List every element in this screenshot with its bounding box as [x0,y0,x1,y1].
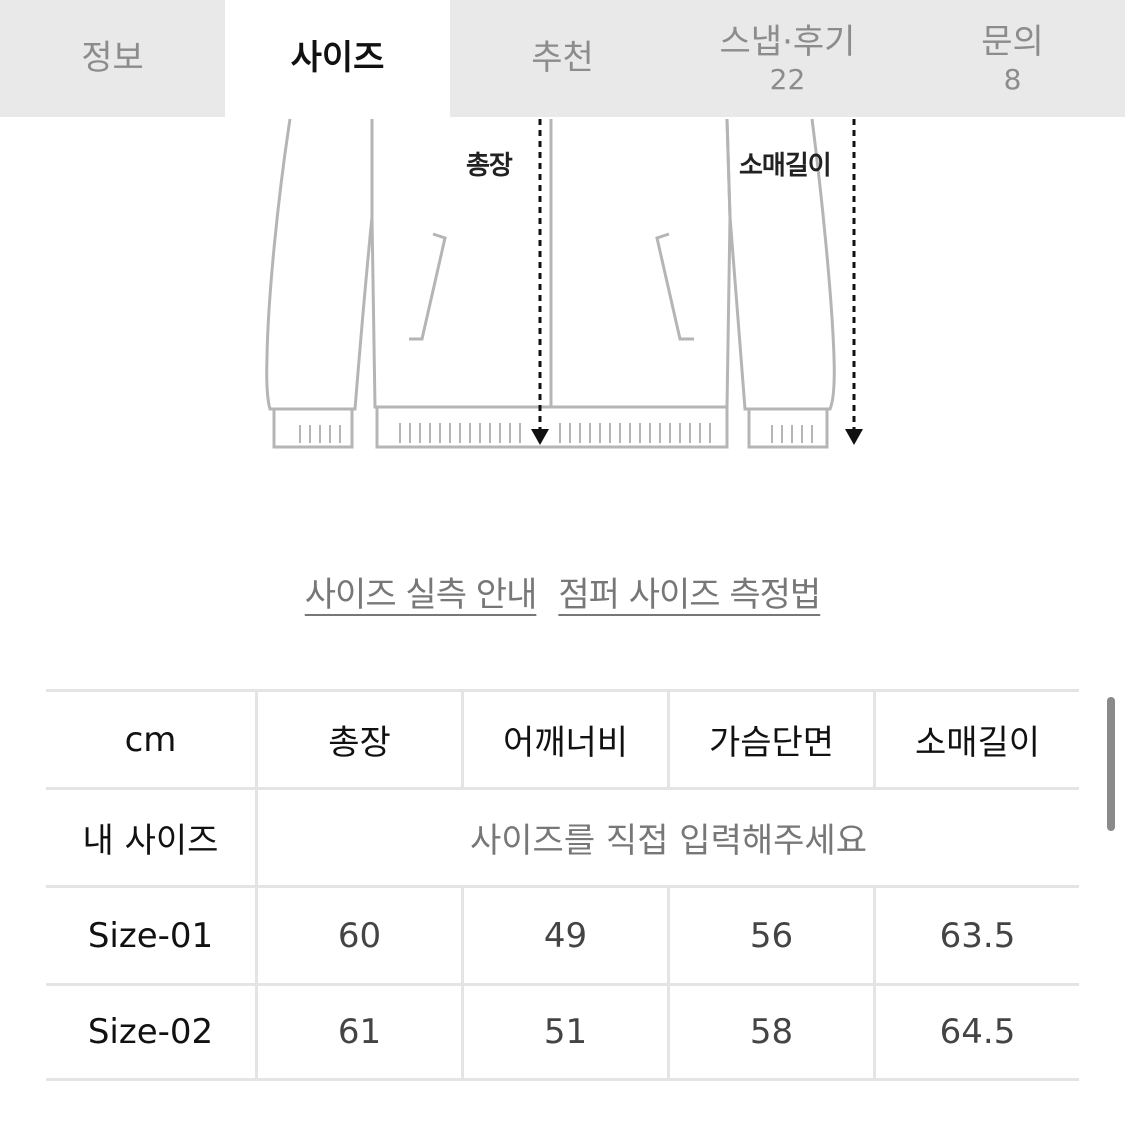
jacket-illustration [265,118,863,449]
tab-info[interactable]: 정보 [0,0,225,117]
my-size-row[interactable]: 내 사이즈 사이즈를 직접 입력해주세요 [46,787,1079,885]
size-name: Size-01 [87,915,214,956]
tab-recommend[interactable]: 추천 [450,0,675,117]
size-value-sleeve: 63.5 [873,888,1079,983]
tab-snap-review-count: 22 [769,63,806,97]
size-name: Size-02 [87,1012,214,1052]
size-table: cm 총장 어깨너비 가슴단면 소매길이 내 사이즈 사이즈를 직접 입력해주세… [46,689,1079,1081]
size-value-shoulder: 49 [461,888,667,983]
size-value-chest: 56 [667,888,873,983]
scrollbar[interactable] [1107,697,1115,831]
size-value-length: 61 [255,986,461,1078]
tab-bar: 정보 사이즈 추천 스냅·후기 22 문의 8 [0,0,1125,117]
diagram-label-length: 총장 [466,151,513,181]
header-sleeve: 소매길이 [873,692,1079,787]
table-row: Size-01 60 49 56 63.5 [46,885,1079,983]
size-value-chest: 58 [667,986,873,1078]
tab-size[interactable]: 사이즈 [225,0,450,117]
size-guide-links: 사이즈 실측 안내 점퍼 사이즈 측정법 [0,567,1125,616]
measure-method-link[interactable]: 점퍼 사이즈 측정법 [558,567,821,616]
my-size-label: 내 사이즈 [82,821,219,861]
header-length: 총장 [255,692,461,787]
size-value-sleeve: 64.5 [873,986,1079,1078]
tab-info-label: 정보 [81,37,144,78]
size-diagram: 총장 소매길이 [0,117,1125,517]
size-value-length: 60 [255,888,461,983]
my-size-input-prompt[interactable]: 사이즈를 직접 입력해주세요 [255,790,1079,885]
tab-size-label: 사이즈 [290,37,385,78]
tab-inquiry-label: 문의 [981,21,1044,62]
table-header-row: cm 총장 어깨너비 가슴단면 소매길이 [46,689,1079,787]
header-unit: cm [124,719,177,760]
tab-snap-review[interactable]: 스냅·후기 22 [675,0,900,117]
tab-inquiry-count: 8 [1003,63,1022,97]
table-row: Size-02 61 51 58 64.5 [46,983,1079,1081]
size-guide-link[interactable]: 사이즈 실측 안내 [305,567,538,616]
size-value-shoulder: 51 [461,986,667,1078]
header-chest: 가슴단면 [667,692,873,787]
diagram-label-sleeve: 소매길이 [739,151,832,181]
tab-inquiry[interactable]: 문의 8 [900,0,1125,117]
header-shoulder: 어깨너비 [461,692,667,787]
tab-snap-review-label: 스냅·후기 [719,21,856,62]
tab-recommend-label: 추천 [531,37,594,78]
